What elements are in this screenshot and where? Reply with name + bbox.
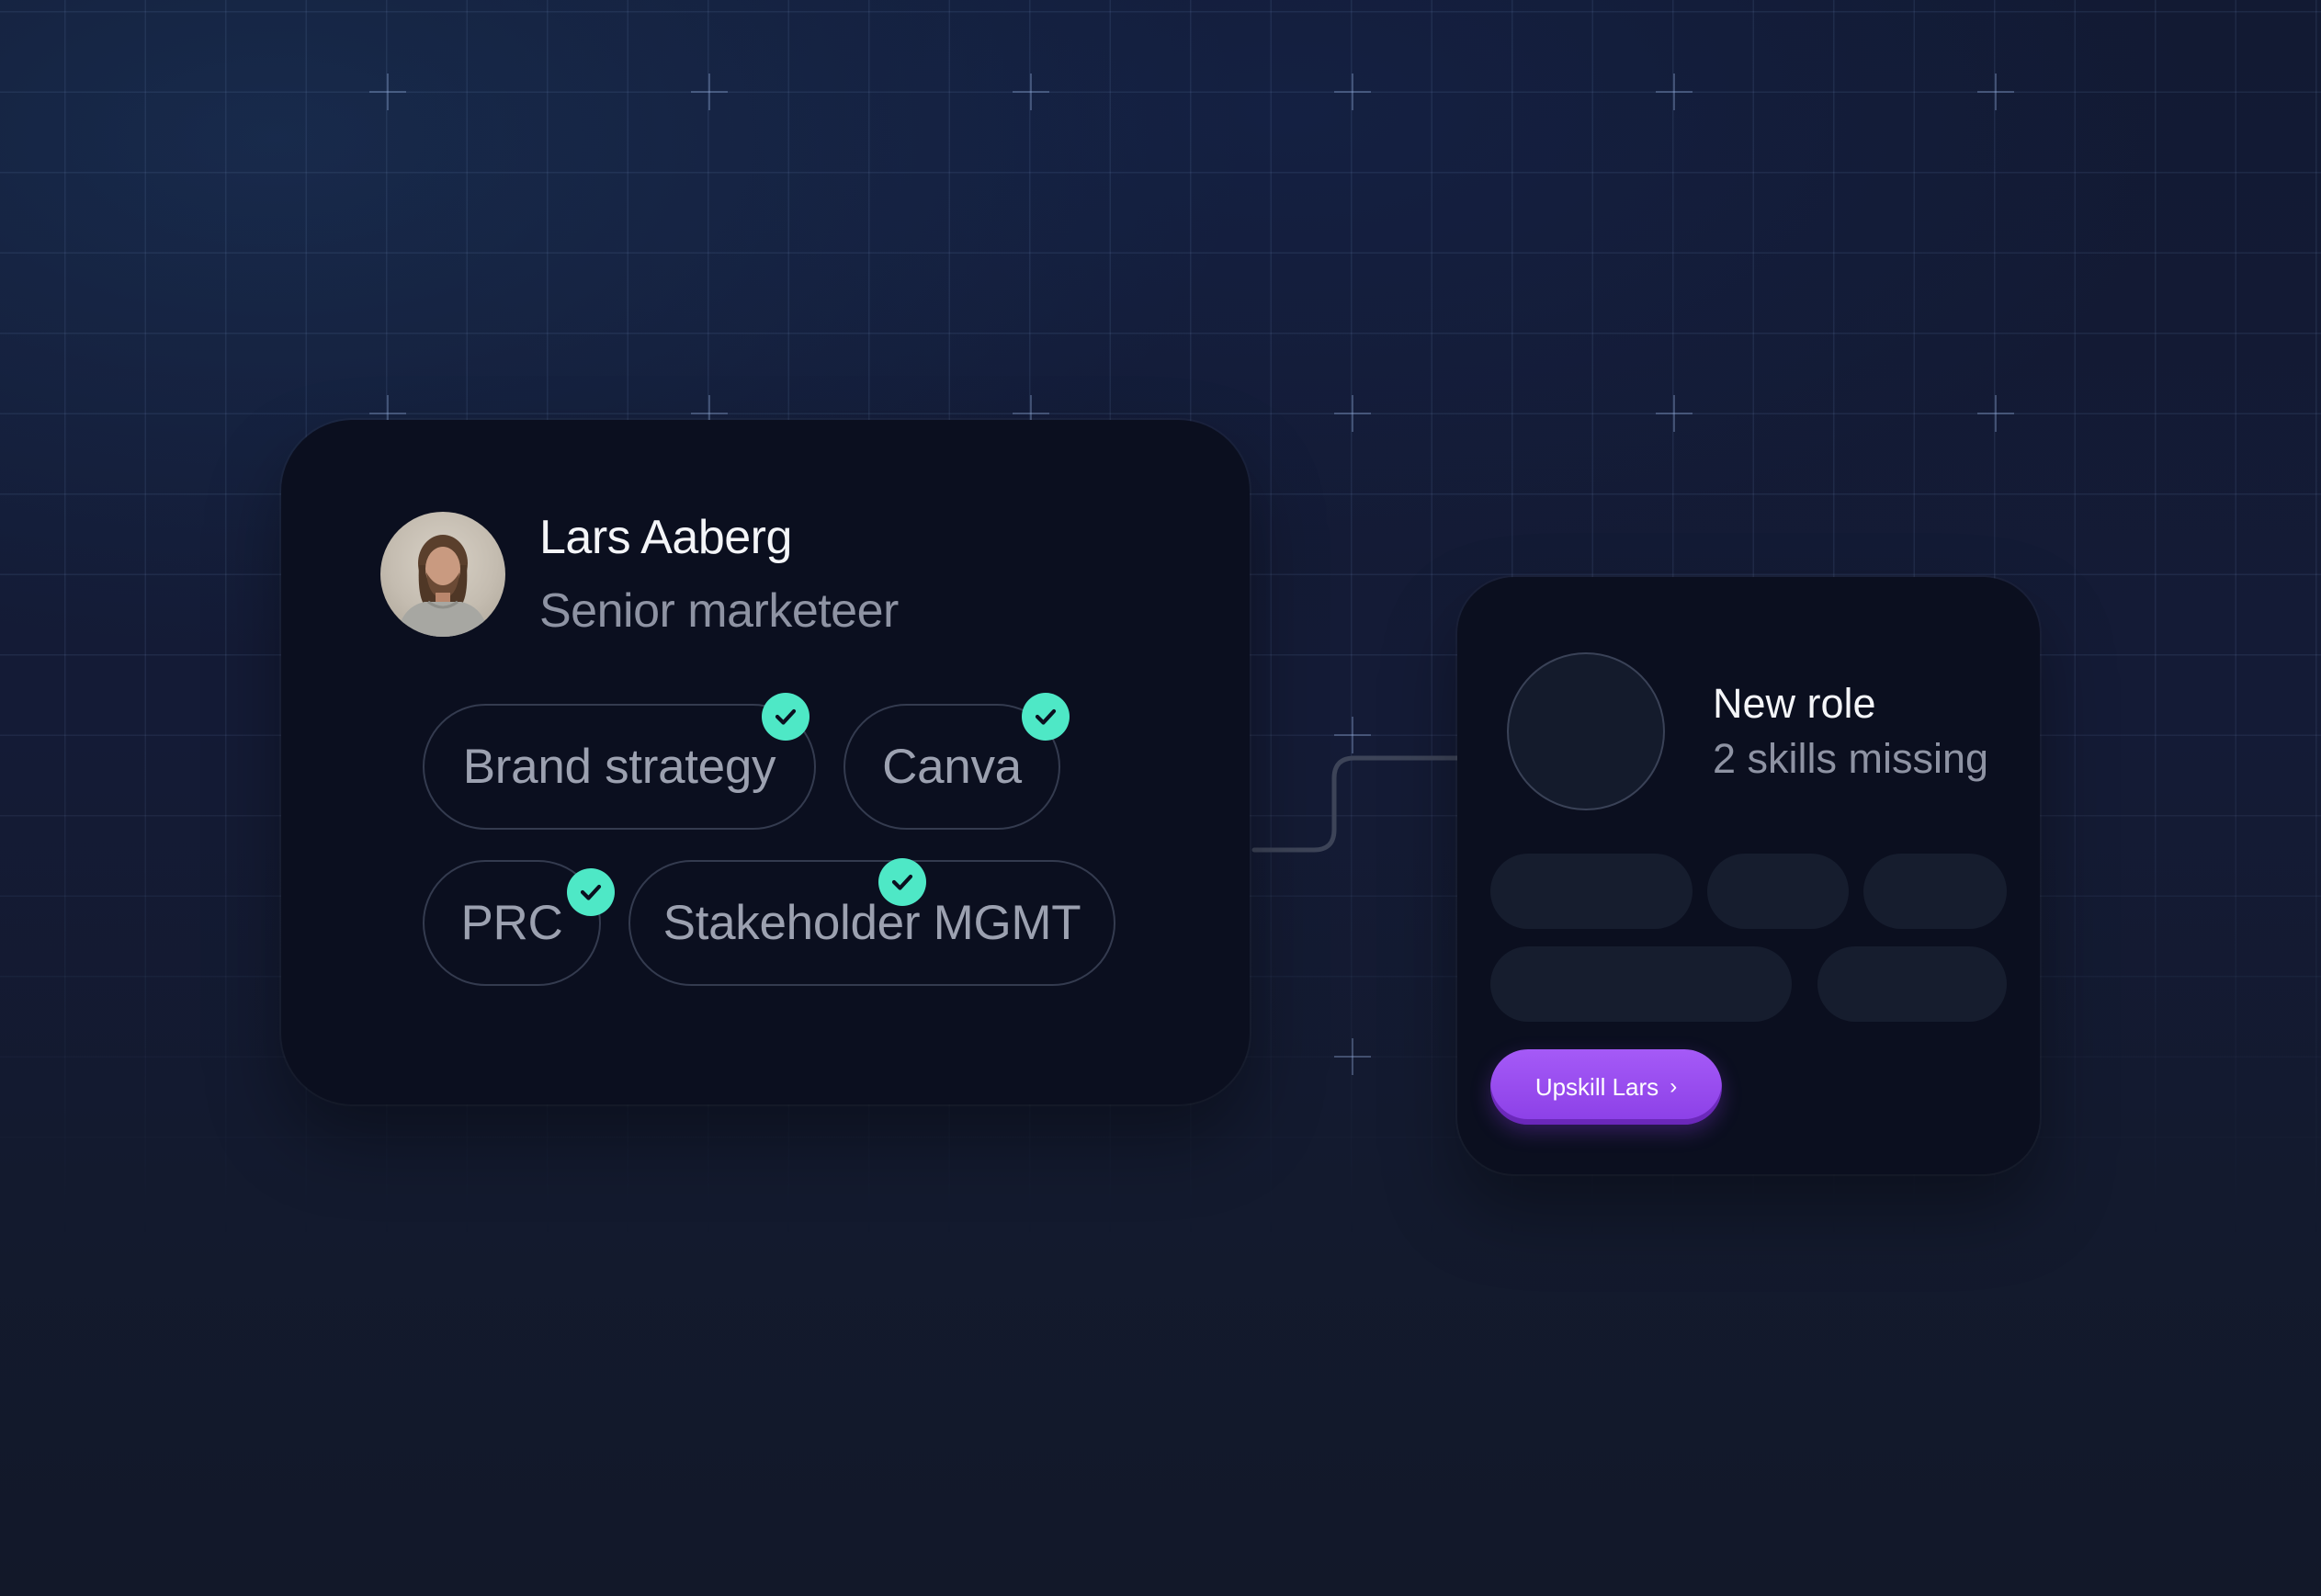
skill-label: Stakeholder MGMT: [662, 896, 1081, 950]
grid-plus-marker: [1977, 395, 2014, 432]
new-role-card: New role 2 skills missing Upskill Lars ›: [1457, 577, 2040, 1174]
upskill-button[interactable]: Upskill Lars ›: [1490, 1049, 1722, 1125]
profile-title: Senior marketeer: [539, 584, 899, 638]
grid-plus-marker: [369, 74, 406, 110]
skill-placeholder-pill: [1863, 854, 2007, 929]
check-icon: [878, 858, 926, 906]
connector-line: [1251, 755, 1460, 853]
skill-tag: Stakeholder MGMT: [628, 860, 1115, 986]
grid-plus-marker: [1334, 395, 1371, 432]
skill-label: Canva: [882, 740, 1022, 794]
avatar: [380, 512, 505, 637]
person-photo-icon: [397, 535, 489, 637]
profile-name: Lars Aaberg: [539, 511, 792, 564]
skill-tag: Brand strategy: [423, 704, 816, 830]
grid-plus-marker: [1977, 74, 2014, 110]
grid-plus-marker: [1656, 74, 1693, 110]
skill-label: PRC: [460, 896, 563, 950]
grid-plus-marker: [1334, 1038, 1371, 1075]
skill-placeholder-pill: [1707, 854, 1849, 929]
skill-label: Brand strategy: [462, 740, 776, 794]
check-icon: [762, 693, 810, 741]
check-icon: [1022, 693, 1070, 741]
profile-card: Lars Aaberg Senior marketeer Brand strat…: [281, 420, 1250, 1104]
role-title: New role: [1713, 680, 1876, 727]
grid-plus-marker: [691, 74, 728, 110]
check-icon: [567, 868, 615, 916]
grid-plus-marker: [1013, 74, 1049, 110]
upskill-button-label: Upskill Lars: [1534, 1072, 1659, 1101]
grid-plus-marker: [1334, 74, 1371, 110]
skill-placeholder-pill: [1490, 946, 1792, 1022]
role-avatar-placeholder: [1507, 652, 1665, 810]
chevron-right-icon: ›: [1670, 1074, 1678, 1099]
skill-placeholder-pill: [1490, 854, 1693, 929]
grid-plus-marker: [1656, 395, 1693, 432]
missing-skills-count: 2 skills missing: [1713, 735, 1989, 782]
skill-placeholder-pill: [1817, 946, 2007, 1022]
